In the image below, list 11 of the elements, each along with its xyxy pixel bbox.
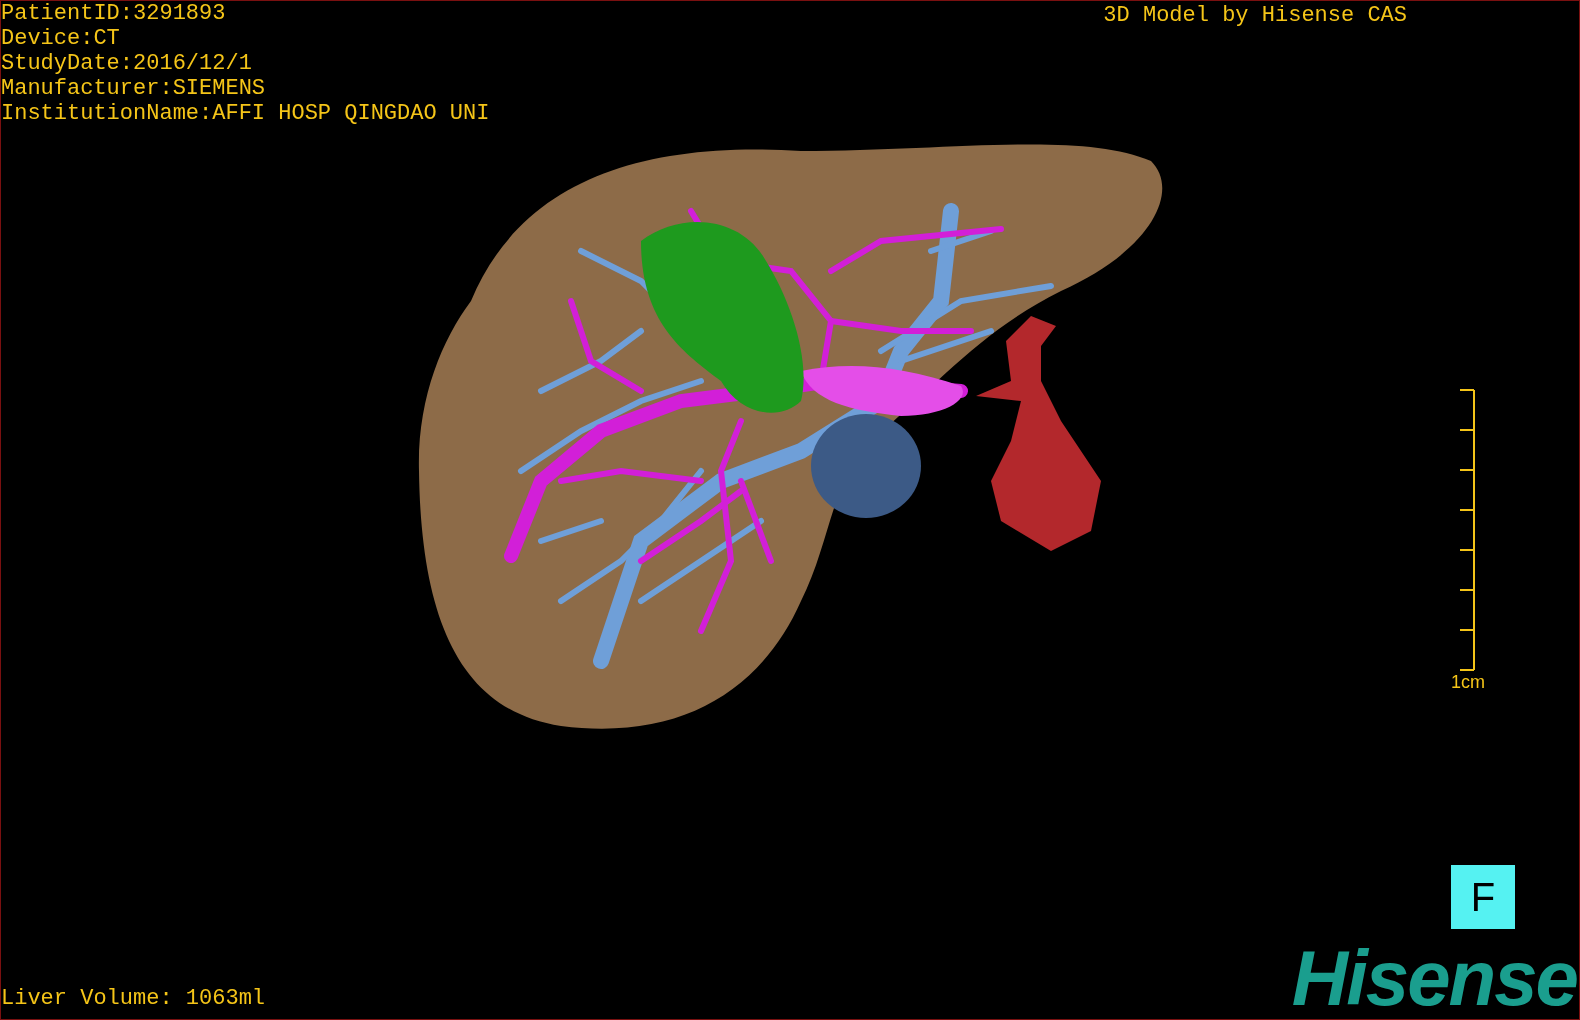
scale-bar-label: 1cm [1451,671,1485,693]
view-orientation-button[interactable]: F [1451,865,1515,929]
patient-info-text: StudyDate:2016/12/1 [1,51,253,76]
scale-bar-icon [1459,389,1475,671]
patient-info-text: Device:CT [1,26,121,51]
patient-info-text: InstitutionName:AFFI HOSP QINGDAO UNI [1,101,490,126]
brand-logo: Hisense [1291,945,1577,1011]
patient-info-text: PatientID:3291893 [1,1,227,26]
model-caption: 3D Model by Hisense CAS [1103,3,1407,30]
liver-volume-text: Liver Volume: 1063ml [1,986,266,1011]
patient-info-text: Manufacturer:SIEMENS [1,76,267,101]
